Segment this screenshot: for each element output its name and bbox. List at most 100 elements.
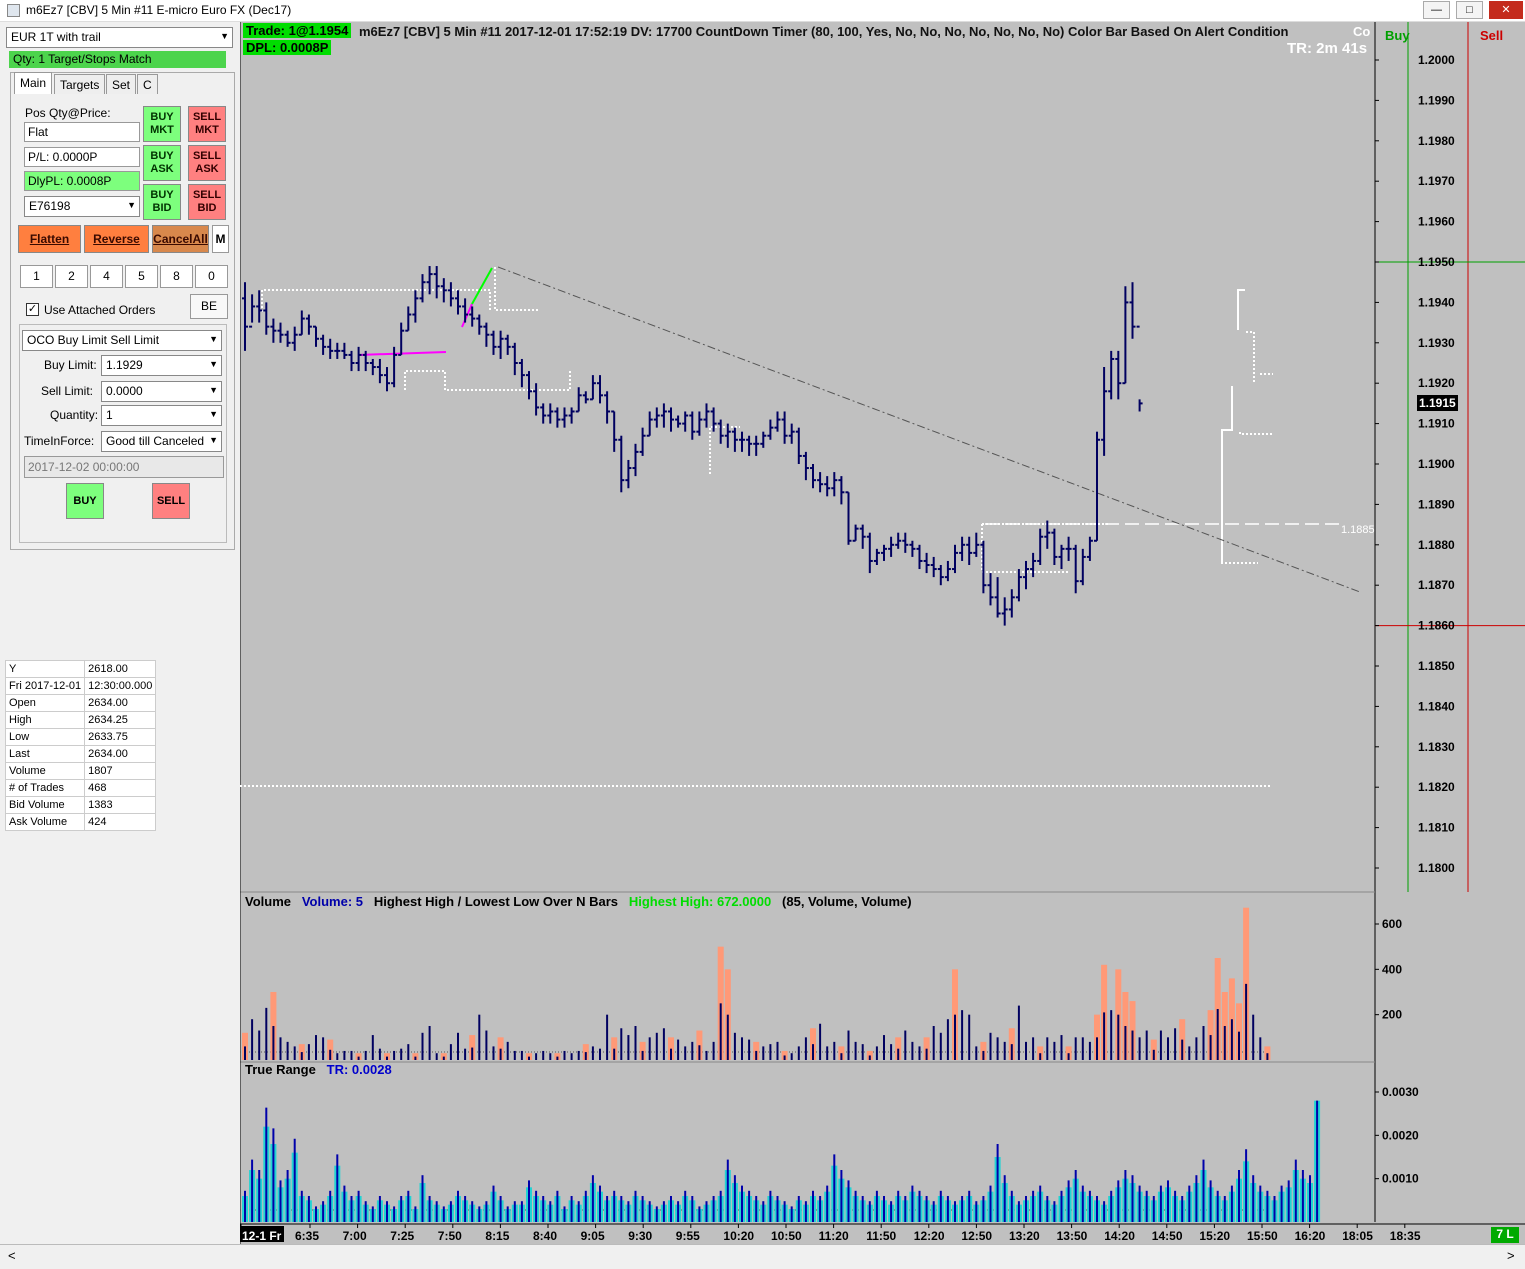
close-button[interactable]: ✕ — [1489, 1, 1523, 19]
buy-limit-input[interactable]: 1.1929 ▼ — [101, 355, 222, 376]
sell-limit-value: 0.0000 — [106, 384, 143, 398]
bar-info-table: Y 2618.00 Fri 2017-12-01 12:30:00.000 Open 26… — [4, 660, 157, 831]
time-tick-label: 9:05 — [581, 1229, 605, 1243]
trade-window: EUR 1T with trail ▼ Qty: 1 Target/Stops M… — [0, 22, 240, 1244]
reverse-button[interactable]: Reverse — [84, 225, 149, 253]
tab-set[interactable]: Set — [106, 74, 137, 94]
strategy-value: EUR 1T with trail — [11, 30, 101, 44]
info-label: Low — [4, 728, 86, 746]
breakeven-button[interactable]: BE — [190, 294, 228, 319]
buy-ask-button[interactable]: BUY ASK — [143, 145, 181, 181]
price-tick-label: 1.1910 — [1418, 417, 1455, 431]
trade-status: Trade: 1@1.1954 — [243, 23, 352, 38]
cancel-all-button[interactable]: CancelAll — [152, 225, 209, 253]
use-attached-label: Use Attached Orders — [44, 303, 156, 317]
sell-limit-label: Sell Limit: — [41, 384, 94, 398]
qty-button-4[interactable]: 4 — [90, 265, 123, 288]
order-type-select[interactable]: OCO Buy Limit Sell Limit ▼ — [22, 330, 222, 351]
info-label: # of Trades — [4, 779, 86, 797]
info-label: Last — [4, 745, 86, 763]
minimize-button[interactable]: — — [1423, 1, 1450, 19]
scroll-right-icon[interactable]: > — [1507, 1248, 1515, 1263]
match-status: Qty: 1 Target/Stops Match — [9, 51, 226, 68]
volume-value: Volume: 5 — [301, 894, 364, 909]
info-row: High 2634.25 — [4, 711, 157, 729]
price-tick-label: 1.1980 — [1418, 134, 1455, 148]
info-label: Bid Volume — [4, 796, 86, 814]
tr-tick-label: 0.0020 — [1382, 1128, 1419, 1142]
qty-button-0[interactable]: 0 — [195, 265, 228, 288]
m-button[interactable]: M — [212, 225, 229, 253]
strategy-select[interactable]: EUR 1T with trail ▼ — [6, 27, 233, 48]
level-label: 1.1885 — [1341, 524, 1375, 536]
last-price-marker: 1.1915 — [1417, 395, 1458, 411]
tab-targets[interactable]: Targets — [54, 74, 106, 94]
pos-label: Pos Qty@Price: — [25, 106, 111, 120]
time-tick-label: 16:20 — [1295, 1229, 1326, 1243]
green-trend — [471, 267, 493, 305]
range-box — [1239, 373, 1273, 435]
chevron-down-icon: ▼ — [209, 409, 218, 419]
chevron-down-icon: ▼ — [209, 385, 218, 395]
range-box — [404, 370, 571, 391]
qty-button-2[interactable]: 2 — [55, 265, 88, 288]
app-icon — [7, 4, 20, 17]
price-tick-label: 1.1860 — [1418, 619, 1455, 633]
chart-canvas[interactable]: 1.2000 1.1990 1.1980 1.1970 1.1960 1.1950 1.19… — [240, 22, 1525, 1244]
volume-tick-label: 600 — [1382, 917, 1402, 931]
qty-button-5[interactable]: 5 — [125, 265, 158, 288]
sell-market-button[interactable]: SELL MKT — [188, 106, 226, 142]
price-tick-label: 1.1990 — [1418, 93, 1455, 107]
buy-market-button[interactable]: BUY MKT — [143, 106, 181, 142]
price-tick-label: 1.1950 — [1418, 255, 1455, 269]
buy-button[interactable]: BUY — [66, 483, 104, 519]
sell-limit-input[interactable]: 0.0000 ▼ — [101, 381, 222, 402]
horizontal-scrollbar[interactable]: < > — [0, 1244, 1525, 1269]
quantity-input[interactable]: 1 ▼ — [101, 405, 222, 426]
volume-header: Volume Volume: 5 Highest High / Lowest L… — [245, 894, 912, 909]
expiry-date-field[interactable]: 2017-12-02 00:00:00 — [24, 456, 224, 478]
flatten-button[interactable]: Flatten — [18, 225, 81, 253]
scroll-left-icon[interactable]: < — [8, 1248, 16, 1263]
info-value: 1383 — [84, 796, 157, 814]
info-value: 1807 — [84, 762, 157, 780]
chevron-down-icon: ▼ — [209, 359, 218, 369]
highest-high-value: Highest High: 672.0000 — [628, 894, 772, 909]
tif-value: Good till Canceled — [106, 434, 205, 448]
info-value: 424 — [84, 813, 157, 831]
account-select[interactable]: E76198 ▼ — [24, 196, 140, 217]
quantity-value: 1 — [106, 408, 113, 422]
sell-bid-button[interactable]: SELL BID — [188, 184, 226, 220]
time-tick-label: 6:35 — [295, 1229, 319, 1243]
chevron-down-icon: ▼ — [220, 31, 229, 41]
price-tick-label: 1.1800 — [1418, 861, 1455, 875]
info-value: 2618.00 — [84, 660, 157, 678]
time-tick-label: 8:15 — [485, 1229, 509, 1243]
tr-name: True Range — [245, 1062, 316, 1077]
time-tick-label: 14:20 — [1104, 1229, 1135, 1243]
info-label: Volume — [4, 762, 86, 780]
price-tick-label: 1.1890 — [1418, 497, 1455, 511]
order-type-value: OCO Buy Limit Sell Limit — [27, 333, 160, 347]
maximize-button[interactable]: □ — [1456, 1, 1483, 19]
window-title: m6Ez7 [CBV] 5 Min #11 E-micro Euro FX (D… — [26, 3, 292, 17]
price-tick-label: 1.1820 — [1418, 780, 1455, 794]
tab-main[interactable]: Main — [14, 72, 53, 94]
qty-button-1[interactable]: 1 — [20, 265, 53, 288]
info-label: Open — [4, 694, 86, 712]
tif-select[interactable]: Good till Canceled ▼ — [101, 431, 222, 452]
daily-pl-status: DPL: 0.0008P — [243, 40, 332, 55]
info-label: High — [4, 711, 86, 729]
tab-c[interactable]: C — [137, 74, 158, 94]
chart-area[interactable]: 1.2000 1.1990 1.1980 1.1970 1.1960 1.1950 1.19… — [240, 22, 1525, 1244]
sell-button[interactable]: SELL — [152, 483, 190, 519]
range-box — [1245, 331, 1255, 382]
use-attached-checkbox[interactable]: ✓ — [26, 303, 39, 316]
buy-bid-button[interactable]: BUY BID — [143, 184, 181, 220]
sell-ask-button[interactable]: SELL ASK — [188, 145, 226, 181]
info-value: 12:30:00.000 — [84, 677, 157, 695]
qty-button-8[interactable]: 8 — [160, 265, 193, 288]
info-value: 2634.00 — [84, 694, 157, 712]
tr-value: TR: 0.0028 — [326, 1062, 392, 1077]
time-tick-label: 14:50 — [1152, 1229, 1183, 1243]
